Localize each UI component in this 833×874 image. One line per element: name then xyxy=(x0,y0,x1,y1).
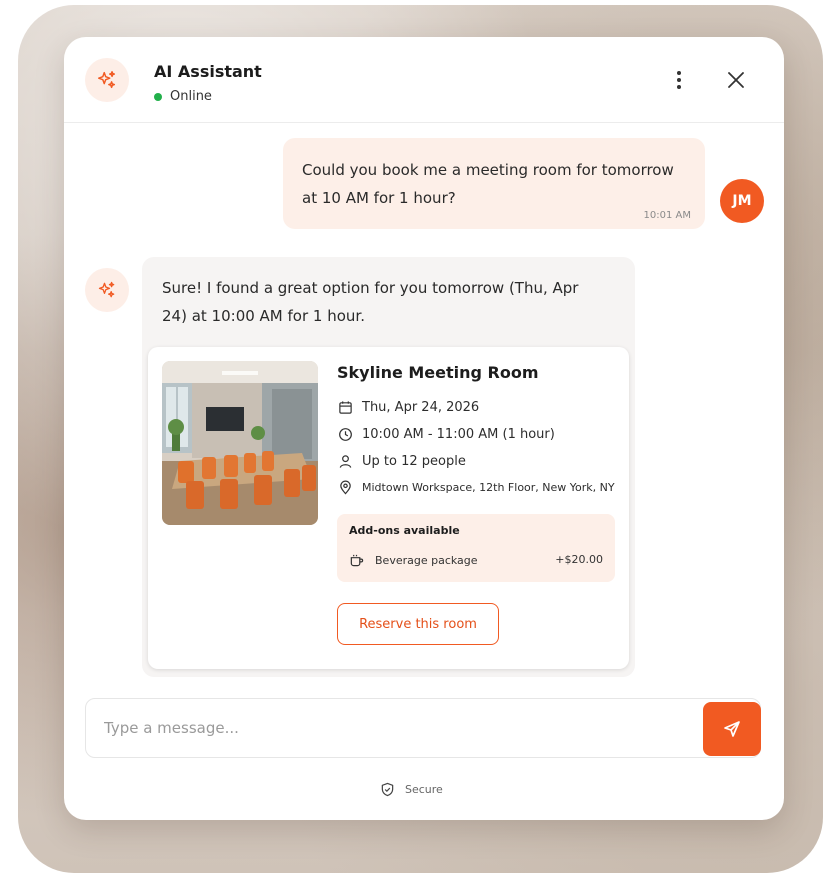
room-name: Skyline Meeting Room xyxy=(337,363,539,382)
room-capacity: Up to 12 people xyxy=(337,453,466,469)
online-status: Online xyxy=(154,89,212,104)
assistant-message-bubble: Sure! I found a great option for you tom… xyxy=(142,257,635,677)
room-photo xyxy=(162,361,318,525)
addons-title: Add-ons available xyxy=(349,524,460,537)
message-timestamp: 10:01 AM xyxy=(643,210,691,221)
close-button[interactable] xyxy=(724,68,748,92)
chat-header: AI Assistant Online xyxy=(64,37,784,123)
sparkle-icon xyxy=(98,71,116,89)
person-icon xyxy=(337,453,353,469)
sparkle-icon xyxy=(98,281,115,298)
reserve-room-button[interactable]: Reserve this room xyxy=(337,603,499,645)
send-icon xyxy=(724,721,740,737)
send-button[interactable] xyxy=(703,702,761,756)
user-message-bubble: Could you book me a meeting room for tom… xyxy=(283,138,705,229)
clock-icon xyxy=(337,426,353,442)
secure-indicator: Secure xyxy=(380,782,443,797)
close-icon xyxy=(728,72,744,88)
message-composer xyxy=(85,698,761,758)
room-time-text: 10:00 AM - 11:00 AM (1 hour) xyxy=(362,426,555,442)
online-dot xyxy=(154,92,162,101)
addons-box: Add-ons available Beverage package +$20.… xyxy=(337,514,615,582)
assistant-title: AI Assistant xyxy=(154,62,262,81)
message-input[interactable] xyxy=(104,713,684,743)
assistant-avatar xyxy=(85,58,129,102)
assistant-message-text: Sure! I found a great option for you tom… xyxy=(162,279,579,325)
more-vertical-icon[interactable] xyxy=(668,67,690,93)
addon-name: Beverage package xyxy=(375,553,478,567)
room-time: 10:00 AM - 11:00 AM (1 hour) xyxy=(337,426,555,442)
room-location: Midtown Workspace, 12th Floor, New York,… xyxy=(337,479,615,495)
addon-price: +$20.00 xyxy=(555,553,603,566)
room-capacity-text: Up to 12 people xyxy=(362,453,466,469)
room-card: Skyline Meeting Room Thu, Apr 24, 2026 1… xyxy=(148,347,629,669)
addon-item[interactable]: Beverage package xyxy=(349,552,478,568)
room-date: Thu, Apr 24, 2026 xyxy=(337,399,479,415)
chat-window: AI Assistant Online Could you book me a … xyxy=(64,37,784,820)
location-pin-icon xyxy=(337,479,353,495)
user-avatar: JM xyxy=(720,179,764,223)
room-date-text: Thu, Apr 24, 2026 xyxy=(362,399,480,415)
room-location-text: Midtown Workspace, 12th Floor, New York,… xyxy=(362,480,615,494)
assistant-message-avatar xyxy=(85,268,129,312)
shield-icon xyxy=(380,782,395,797)
user-message-text: Could you book me a meeting room for tom… xyxy=(302,161,674,207)
status-label: Online xyxy=(170,89,212,104)
secure-label: Secure xyxy=(405,783,443,796)
cup-icon xyxy=(349,552,365,568)
calendar-icon xyxy=(337,399,353,415)
